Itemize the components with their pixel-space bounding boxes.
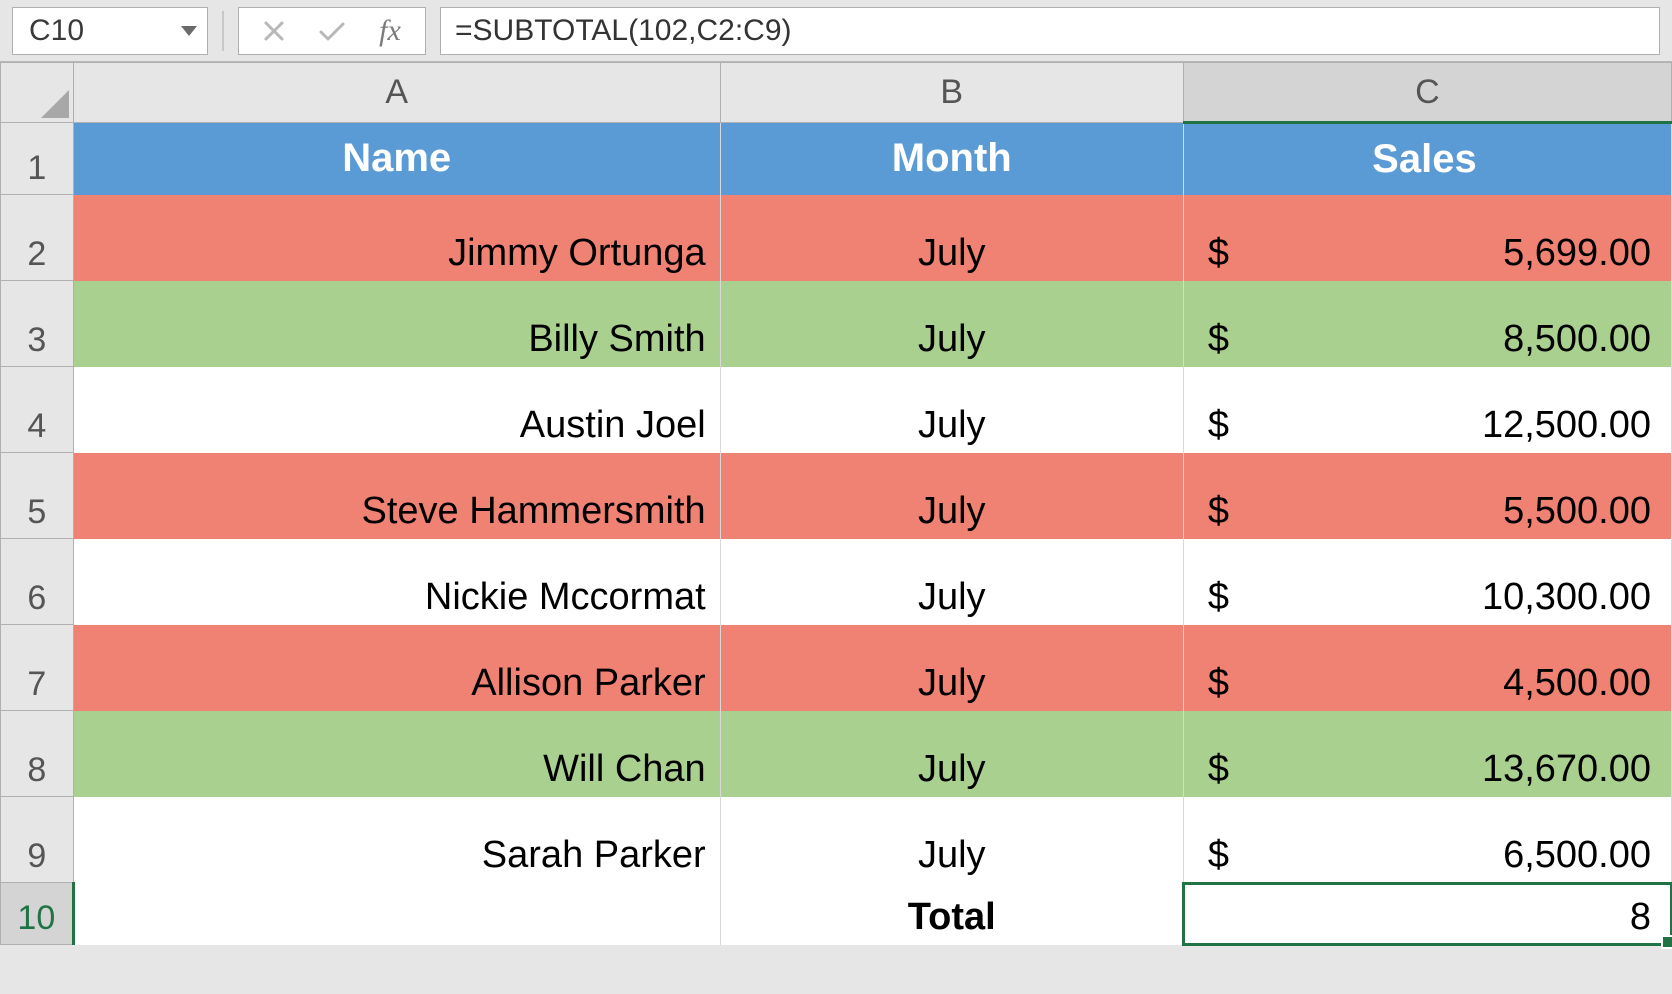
name-box[interactable]: C10 xyxy=(12,7,208,55)
column-header-C[interactable]: C xyxy=(1183,63,1671,123)
table-row: 3Billy SmithJuly$8,500.00 xyxy=(1,281,1672,367)
formula-input[interactable] xyxy=(440,7,1660,55)
table-row: 9Sarah ParkerJuly$6,500.00 xyxy=(1,797,1672,883)
sales-value: 5,500.00 xyxy=(1503,490,1651,533)
table-row: 7Allison ParkerJuly$4,500.00 xyxy=(1,625,1672,711)
currency-symbol: $ xyxy=(1198,232,1229,275)
sales-value: 12,500.00 xyxy=(1482,404,1651,447)
divider xyxy=(222,11,224,51)
cell-A6-name[interactable]: Nickie Mccormat xyxy=(73,539,720,625)
cell-B6-month[interactable]: July xyxy=(720,539,1183,625)
sales-value: 5,699.00 xyxy=(1503,232,1651,275)
row-header-7[interactable]: 7 xyxy=(1,625,74,711)
sales-value: 10,300.00 xyxy=(1482,576,1651,619)
currency-symbol: $ xyxy=(1198,490,1229,533)
name-box-ref: C10 xyxy=(29,14,84,48)
table-row: 5Steve HammersmithJuly$5,500.00 xyxy=(1,453,1672,539)
header-sales[interactable]: Sales xyxy=(1183,123,1671,195)
total-row: 10 Total 8 xyxy=(1,883,1672,945)
row-header-9[interactable]: 9 xyxy=(1,797,74,883)
cell-A7-name[interactable]: Allison Parker xyxy=(73,625,720,711)
currency-symbol: $ xyxy=(1198,318,1229,361)
row-header-3[interactable]: 3 xyxy=(1,281,74,367)
cell-C8-sales[interactable]: $13,670.00 xyxy=(1183,711,1671,797)
currency-symbol: $ xyxy=(1198,404,1229,447)
cell-C2-sales[interactable]: $5,699.00 xyxy=(1183,195,1671,281)
formula-bar-buttons: fx xyxy=(238,7,426,55)
excel-window: C10 fx xyxy=(0,0,1672,994)
row-header-4[interactable]: 4 xyxy=(1,367,74,453)
cell-B8-month[interactable]: July xyxy=(720,711,1183,797)
cell-A10[interactable] xyxy=(73,883,720,945)
sales-value: 13,670.00 xyxy=(1482,748,1651,791)
row-header-6[interactable]: 6 xyxy=(1,539,74,625)
table-row: 4Austin JoelJuly$12,500.00 xyxy=(1,367,1672,453)
row-header-5[interactable]: 5 xyxy=(1,453,74,539)
cell-B7-month[interactable]: July xyxy=(720,625,1183,711)
cell-C9-sales[interactable]: $6,500.00 xyxy=(1183,797,1671,883)
cell-B5-month[interactable]: July xyxy=(720,453,1183,539)
cell-A2-name[interactable]: Jimmy Ortunga xyxy=(73,195,720,281)
column-header-B[interactable]: B xyxy=(720,63,1183,123)
table-row: 2Jimmy OrtungaJuly$5,699.00 xyxy=(1,195,1672,281)
sales-value: 6,500.00 xyxy=(1503,834,1651,877)
cell-A3-name[interactable]: Billy Smith xyxy=(73,281,720,367)
insert-function-button[interactable]: fx xyxy=(363,9,417,53)
cell-B9-month[interactable]: July xyxy=(720,797,1183,883)
row-header-8[interactable]: 8 xyxy=(1,711,74,797)
table-row: 6Nickie MccormatJuly$10,300.00 xyxy=(1,539,1672,625)
fx-label: fx xyxy=(375,14,405,48)
cell-B3-month[interactable]: July xyxy=(720,281,1183,367)
currency-symbol: $ xyxy=(1198,576,1229,619)
cell-C3-sales[interactable]: $8,500.00 xyxy=(1183,281,1671,367)
cancel-icon[interactable] xyxy=(247,9,301,53)
name-box-dropdown-icon[interactable] xyxy=(181,26,197,36)
currency-symbol: $ xyxy=(1198,748,1229,791)
select-all-corner[interactable] xyxy=(1,63,74,123)
cell-C5-sales[interactable]: $5,500.00 xyxy=(1183,453,1671,539)
cell-C10-total-value[interactable]: 8 xyxy=(1183,883,1671,945)
cell-C7-sales[interactable]: $4,500.00 xyxy=(1183,625,1671,711)
worksheet-grid[interactable]: A B C 1 Name Month Sales 2Jimmy OrtungaJ… xyxy=(0,62,1672,994)
sales-value: 8,500.00 xyxy=(1503,318,1651,361)
cell-B2-month[interactable]: July xyxy=(720,195,1183,281)
cell-A8-name[interactable]: Will Chan xyxy=(73,711,720,797)
cell-C4-sales[interactable]: $12,500.00 xyxy=(1183,367,1671,453)
formula-bar: C10 fx xyxy=(0,0,1672,62)
header-name[interactable]: Name xyxy=(73,123,720,195)
row-header-2[interactable]: 2 xyxy=(1,195,74,281)
currency-symbol: $ xyxy=(1198,662,1229,705)
cell-A9-name[interactable]: Sarah Parker xyxy=(73,797,720,883)
row-header-1[interactable]: 1 xyxy=(1,123,74,195)
cell-A5-name[interactable]: Steve Hammersmith xyxy=(73,453,720,539)
column-header-A[interactable]: A xyxy=(73,63,720,123)
row-header-10[interactable]: 10 xyxy=(1,883,74,945)
cell-C6-sales[interactable]: $10,300.00 xyxy=(1183,539,1671,625)
column-header-row: A B C xyxy=(1,63,1672,123)
table-row: 8Will ChanJuly$13,670.00 xyxy=(1,711,1672,797)
cell-B10-total-label[interactable]: Total xyxy=(720,883,1183,945)
header-month[interactable]: Month xyxy=(720,123,1183,195)
table-header-row: 1 Name Month Sales xyxy=(1,123,1672,195)
sales-value: 4,500.00 xyxy=(1503,662,1651,705)
enter-icon[interactable] xyxy=(305,9,359,53)
cell-A4-name[interactable]: Austin Joel xyxy=(73,367,720,453)
currency-symbol: $ xyxy=(1198,834,1229,877)
cell-B4-month[interactable]: July xyxy=(720,367,1183,453)
